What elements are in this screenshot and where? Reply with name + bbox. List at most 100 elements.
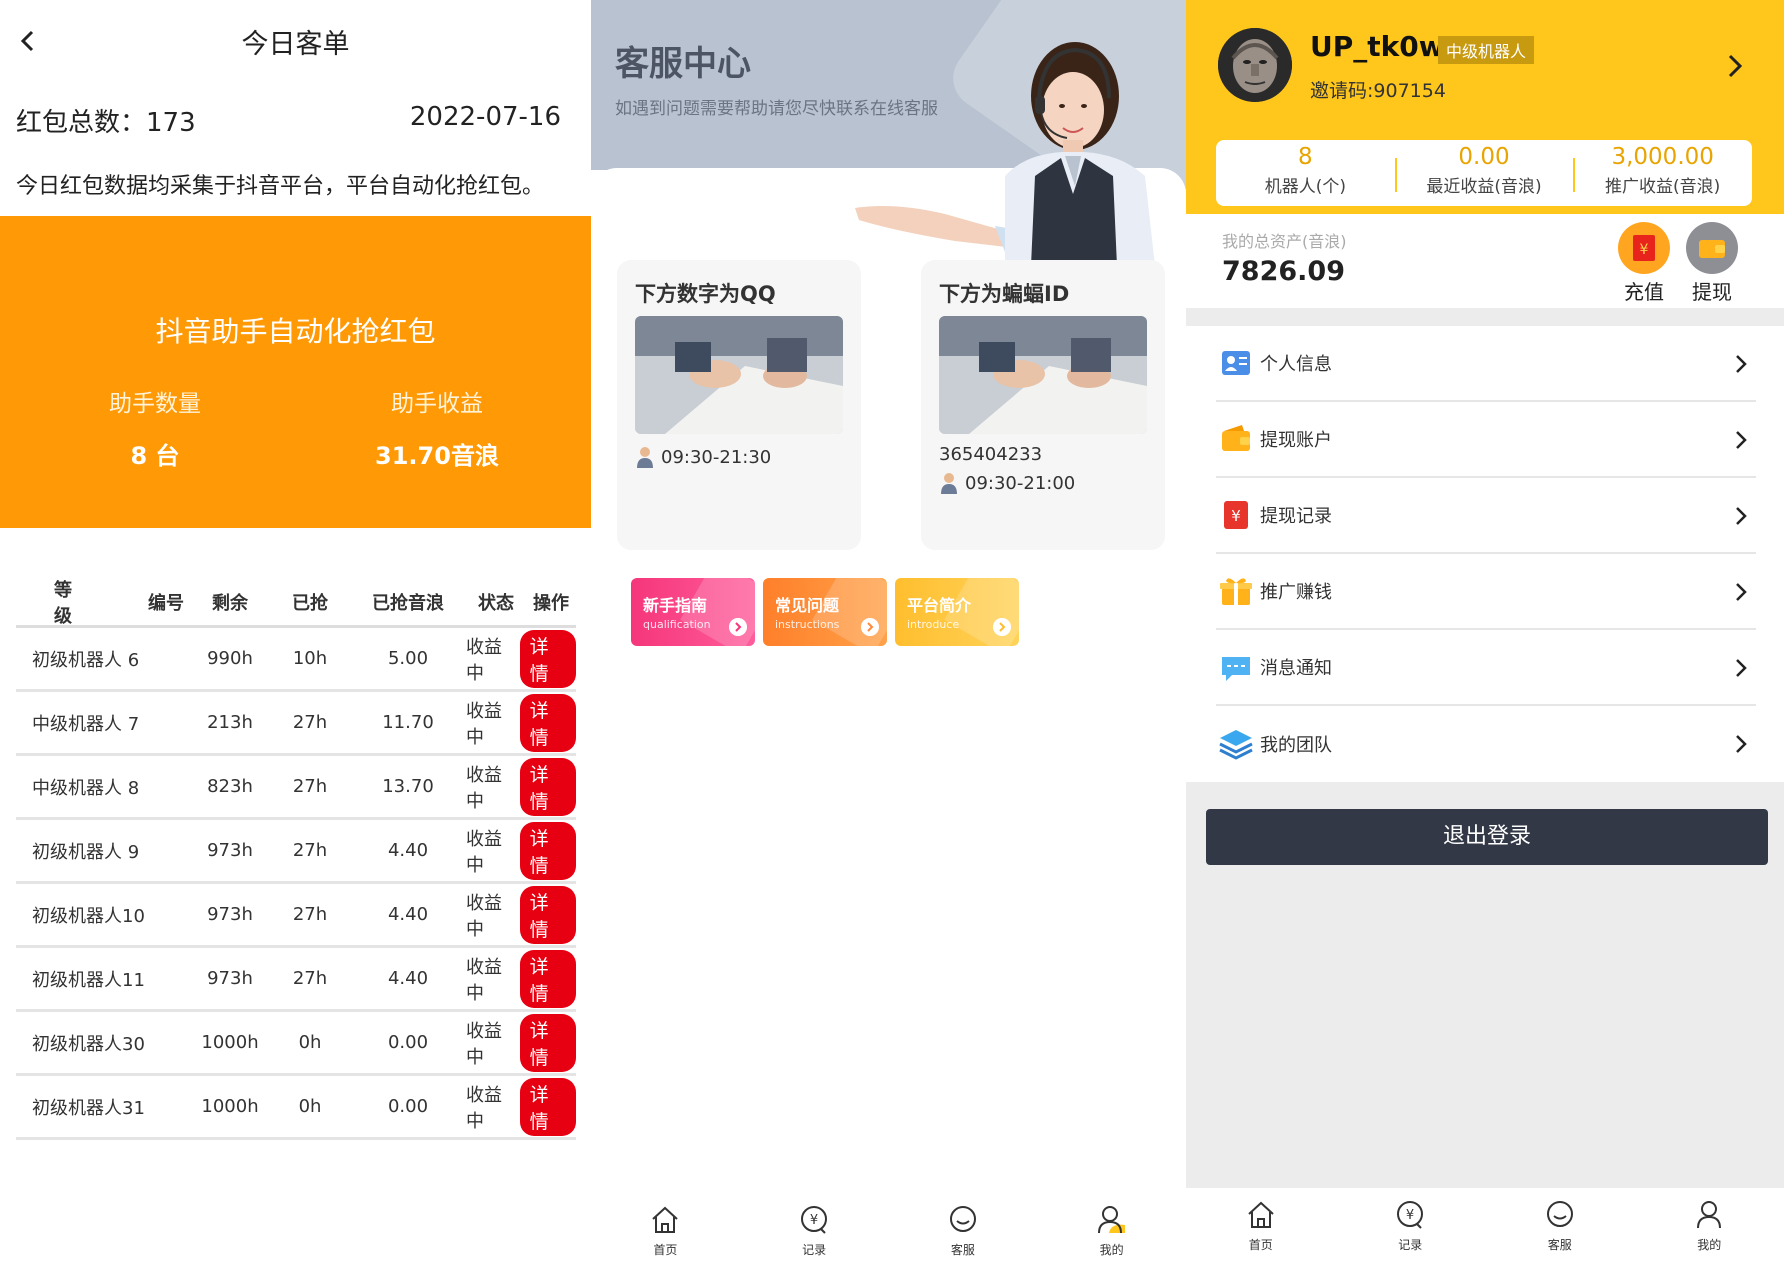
tab-service[interactable]: 客服 (889, 1198, 1038, 1263)
cell-level: 初级机器人31 (32, 1097, 145, 1119)
detail-button[interactable]: 详情 (519, 885, 576, 944)
qq-card-hours-line: 09:30-21:30 (635, 446, 771, 468)
cell-level: 中级机器人 7 (32, 713, 140, 735)
menu-item-personal-info[interactable]: 个人信息 (1216, 326, 1756, 402)
status-text: 收益中 (466, 700, 502, 748)
tab-home[interactable]: 首页 (591, 1198, 740, 1263)
svg-text:¥: ¥ (1406, 1208, 1414, 1223)
svg-text:¥: ¥ (1231, 507, 1241, 525)
tile-faq[interactable]: 常见问题 instructions (763, 578, 887, 646)
customer-service-panel: 客服中心 如遇到问题需要帮助请您尽快联系在线客服 下方数字为QQ 09:30-2… (591, 0, 1186, 1263)
bat-contact-card[interactable]: 下方为蝙蝠ID 365404233 09:30-21:00 (921, 260, 1165, 550)
cell-remaining: 823h (207, 776, 253, 797)
bat-card-hours: 09:30-21:00 (965, 472, 1076, 494)
recharge-button[interactable]: ¥ 充值 (1614, 222, 1674, 305)
stat-label: 机器人(个) (1264, 177, 1346, 197)
logout-button[interactable]: 退出登录 (1206, 809, 1768, 865)
stat-label: 最近收益(音浪) (1426, 177, 1542, 197)
id-card-icon (1222, 351, 1250, 375)
menu-item-notifications[interactable]: 消息通知 (1216, 630, 1756, 706)
stat-recent-income[interactable]: 0.00 最近收益(音浪) (1394, 140, 1574, 206)
cell-amount: 0.00 (387, 1032, 429, 1053)
menu-item-promote[interactable]: 推广赚钱 (1216, 554, 1756, 630)
home-icon (1248, 1201, 1274, 1228)
tab-label: 首页 (1248, 1238, 1273, 1252)
cell-level: 初级机器人11 (32, 969, 145, 991)
menu-item-label: 推广赚钱 (1260, 582, 1332, 603)
tile-title: 新手指南 (643, 596, 708, 615)
stat-promo-income[interactable]: 3,000.00 推广收益(音浪) (1573, 140, 1752, 206)
cell-status: 收益中 详情 (466, 821, 576, 880)
header-grabbed: 已抢 (292, 592, 328, 614)
detail-button[interactable]: 详情 (519, 757, 576, 816)
chevron-right-icon (1736, 355, 1747, 373)
table-header: 等级 编号 剩余 已抢 已抢音浪 状态 操作 (16, 578, 576, 628)
stat-robots[interactable]: 8 机器人(个) (1216, 140, 1395, 206)
status-text: 收益中 (466, 828, 502, 876)
tab-mine[interactable]: 我的 (1635, 1188, 1784, 1263)
tab-home[interactable]: 首页 (1186, 1188, 1336, 1263)
level-badge: 中级机器人 (1438, 36, 1535, 64)
yuan-record-icon: ¥ (1397, 1201, 1424, 1229)
tab-label: 我的 (1099, 1243, 1124, 1257)
chevron-right-icon (1736, 431, 1747, 449)
assistant-count-block: 助手数量 8 台 (30, 384, 280, 471)
cell-level: 初级机器人 6 (32, 649, 140, 671)
cell-remaining: 973h (207, 840, 253, 861)
chevron-right-icon[interactable] (1722, 52, 1746, 80)
tile-newbie-guide[interactable]: 新手指南 qualification (631, 578, 755, 646)
detail-button[interactable]: 详情 (519, 821, 576, 880)
yuan-record-icon: ¥ (801, 1206, 828, 1234)
tile-platform-intro[interactable]: 平台简介 introduce (895, 578, 1019, 646)
table-body: 初级机器人 6 990h 10h 5.00 收益中 详情 中级机器人 7 213h 27h 11.… (16, 628, 576, 1140)
tab-mine[interactable]: 我的 (1037, 1198, 1186, 1263)
cell-grabbed: 0h (298, 1096, 322, 1117)
status-text: 收益中 (466, 956, 502, 1004)
tab-label: 记录 (1398, 1238, 1423, 1252)
avatar[interactable] (1218, 28, 1292, 102)
header-remaining: 剩余 (212, 592, 248, 614)
chevron-right-icon (1736, 735, 1747, 753)
tab-records[interactable]: ¥ 记录 (1336, 1188, 1486, 1263)
cell-remaining: 213h (207, 712, 253, 733)
svg-text:¥: ¥ (810, 1213, 818, 1228)
help-tiles: 新手指南 qualification 常见问题 instructions 平台简… (631, 578, 1019, 646)
chat-bubble-icon (949, 1206, 976, 1232)
qq-contact-card[interactable]: 下方数字为QQ 09:30-21:30 (617, 260, 861, 550)
header-level: 等级 (54, 579, 72, 627)
status-text: 收益中 (466, 636, 502, 684)
menu-item-withdraw-records[interactable]: ¥ 提现记录 (1216, 478, 1756, 554)
tile-subtitle: qualification (643, 618, 711, 631)
detail-button[interactable]: 详情 (519, 949, 576, 1008)
layers-icon (1219, 730, 1253, 760)
detail-button[interactable]: 详情 (519, 1077, 576, 1136)
cell-status: 收益中 详情 (466, 757, 576, 816)
menu-item-my-team[interactable]: 我的团队 (1216, 706, 1756, 782)
detail-button[interactable]: 详情 (519, 1013, 576, 1072)
bottom-tab-bar: 首页 ¥ 记录 客服 我的 (1186, 1188, 1784, 1263)
banner-title: 抖音助手自动化抢红包 (155, 315, 436, 348)
table-row: 初级机器人30 1000h 0h 0.00 收益中 详情 (16, 1012, 576, 1076)
nav-bar: 今日客单 (0, 0, 591, 80)
cell-status: 收益中 详情 (466, 1077, 576, 1136)
tab-records[interactable]: ¥ 记录 (740, 1198, 889, 1263)
assets-section: 我的总资产(音浪) 7826.09 ¥ 充值 提现 (1186, 214, 1784, 308)
cell-grabbed: 27h (292, 712, 328, 733)
withdraw-button[interactable]: 提现 (1682, 222, 1742, 305)
summary-date: 2022-07-16 (409, 102, 561, 132)
service-title: 客服中心 (615, 44, 751, 84)
bat-card-image (939, 316, 1147, 434)
cell-amount: 0.00 (387, 1096, 429, 1117)
cell-grabbed: 27h (292, 904, 328, 925)
menu-item-withdraw-account[interactable]: 提现账户 (1216, 402, 1756, 478)
detail-button[interactable]: 详情 (519, 693, 576, 752)
cell-amount: 4.40 (387, 840, 429, 861)
cell-amount: 11.70 (382, 712, 434, 733)
detail-button[interactable]: 详情 (519, 629, 576, 688)
tab-service[interactable]: 客服 (1485, 1188, 1635, 1263)
menu-item-label: 消息通知 (1260, 658, 1332, 679)
profile-header[interactable]: UP_tk0w 中级机器人 邀请码:907154 8 机器人(个) 0.00 最… (1186, 0, 1784, 214)
qq-card-hours: 09:30-21:30 (661, 446, 772, 468)
arrow-right-circle-icon (729, 618, 747, 636)
cell-level: 初级机器人 9 (32, 841, 140, 863)
